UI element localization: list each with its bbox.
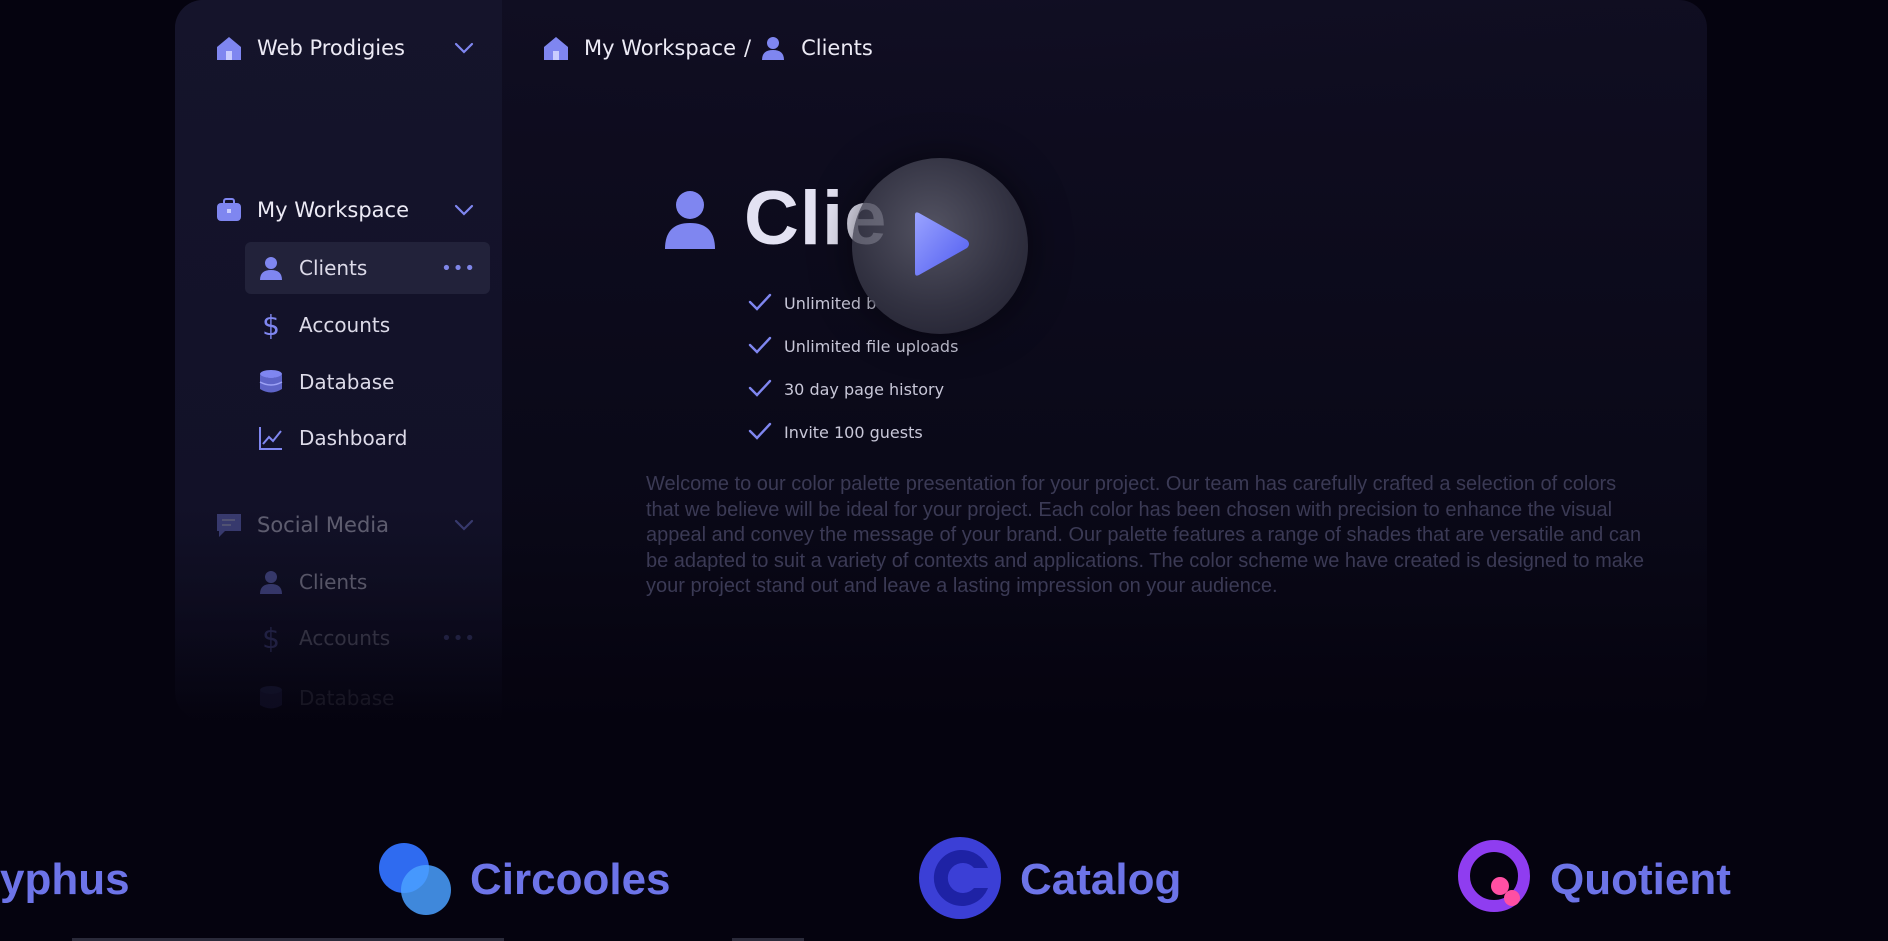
sidebar-item-label: Dashboard bbox=[299, 426, 408, 450]
chevron-down-icon[interactable] bbox=[453, 514, 475, 536]
breadcrumb-separator: / bbox=[744, 36, 752, 60]
app-window: Web Prodigies My Workspace Clients ••• $… bbox=[175, 0, 1707, 720]
sidebar-item-clients[interactable]: Clients bbox=[245, 556, 490, 608]
chart-icon bbox=[257, 424, 285, 452]
group-social-media[interactable]: Social Media bbox=[215, 507, 475, 543]
sidebar: Web Prodigies My Workspace Clients ••• $… bbox=[175, 0, 502, 720]
more-options-icon[interactable]: ••• bbox=[441, 258, 476, 279]
main-content: My Workspace / Clients Clie Unlimited b … bbox=[502, 0, 1707, 720]
logo-yphus: yphus bbox=[0, 830, 130, 930]
org-name: Web Prodigies bbox=[257, 36, 405, 60]
breadcrumb: My Workspace / Clients bbox=[542, 30, 873, 66]
home-icon bbox=[542, 34, 570, 62]
breadcrumb-current-page: Clients bbox=[801, 36, 873, 60]
check-icon bbox=[748, 336, 772, 358]
group-my-workspace[interactable]: My Workspace bbox=[215, 192, 475, 228]
chevron-down-icon[interactable] bbox=[453, 37, 475, 59]
svg-text:$: $ bbox=[262, 310, 280, 340]
sidebar-item-dashboard[interactable]: Dashboard bbox=[245, 412, 490, 464]
check-icon bbox=[748, 422, 772, 444]
sidebar-item-accounts[interactable]: $ Accounts bbox=[245, 299, 490, 351]
svg-text:$: $ bbox=[262, 623, 280, 653]
logo-name: Quotient bbox=[1550, 855, 1731, 904]
feature-text: Invite 100 guests bbox=[784, 423, 923, 442]
circooles-logo-icon bbox=[378, 840, 452, 920]
logo-circooles: Circooles bbox=[378, 830, 671, 930]
sidebar-item-label: Database bbox=[299, 686, 395, 710]
check-icon bbox=[748, 379, 772, 401]
briefcase-icon bbox=[215, 196, 243, 224]
sidebar-item-label: Clients bbox=[299, 256, 368, 280]
sidebar-item-label: Database bbox=[299, 370, 395, 394]
sidebar-item-database[interactable]: Database bbox=[245, 672, 490, 720]
home-icon bbox=[215, 34, 243, 62]
quotient-logo-icon bbox=[1458, 840, 1532, 920]
check-icon bbox=[748, 293, 772, 315]
sidebar-item-database[interactable]: Database bbox=[245, 356, 490, 408]
sidebar-item-label: Clients bbox=[299, 570, 368, 594]
dollar-icon: $ bbox=[257, 623, 285, 653]
group-label: Social Media bbox=[257, 513, 390, 537]
catalog-logo-icon bbox=[918, 836, 1002, 924]
feature-text: Unlimited b bbox=[784, 294, 877, 313]
play-icon bbox=[907, 209, 973, 283]
sidebar-item-accounts[interactable]: $ Accounts ••• bbox=[245, 612, 490, 664]
database-icon bbox=[257, 368, 285, 396]
user-icon bbox=[257, 254, 285, 282]
chat-icon bbox=[215, 511, 243, 539]
feature-item: Invite 100 guests bbox=[748, 411, 958, 454]
description-text: Welcome to our color palette presentatio… bbox=[646, 473, 1644, 597]
logo-name: Catalog bbox=[1020, 855, 1182, 904]
feature-text: 30 day page history bbox=[784, 380, 945, 399]
breadcrumb-workspace-link[interactable]: My Workspace bbox=[584, 36, 736, 60]
user-icon bbox=[759, 34, 787, 62]
feature-item: 30 day page history bbox=[748, 368, 958, 411]
sidebar-item-label: Accounts bbox=[299, 626, 391, 650]
sidebar-item-label: Accounts bbox=[299, 313, 391, 337]
logo-name: yphus bbox=[0, 855, 130, 904]
feature-text: Unlimited file uploads bbox=[784, 337, 959, 356]
dollar-icon: $ bbox=[257, 310, 285, 340]
user-icon bbox=[662, 189, 718, 249]
sidebar-item-clients[interactable]: Clients ••• bbox=[245, 242, 490, 294]
logo-catalog: Catalog bbox=[918, 830, 1181, 930]
chevron-down-icon[interactable] bbox=[453, 199, 475, 221]
database-icon bbox=[257, 684, 285, 712]
logo-name: Circooles bbox=[470, 855, 671, 904]
more-options-icon[interactable]: ••• bbox=[441, 628, 476, 649]
play-button[interactable] bbox=[852, 158, 1028, 334]
logo-strip: yphus Circooles Catalog Quotient bbox=[0, 830, 1888, 930]
group-label: My Workspace bbox=[257, 198, 410, 222]
logo-quotient: Quotient bbox=[1458, 830, 1731, 930]
org-switcher[interactable]: Web Prodigies bbox=[215, 30, 475, 66]
user-icon bbox=[257, 568, 285, 596]
